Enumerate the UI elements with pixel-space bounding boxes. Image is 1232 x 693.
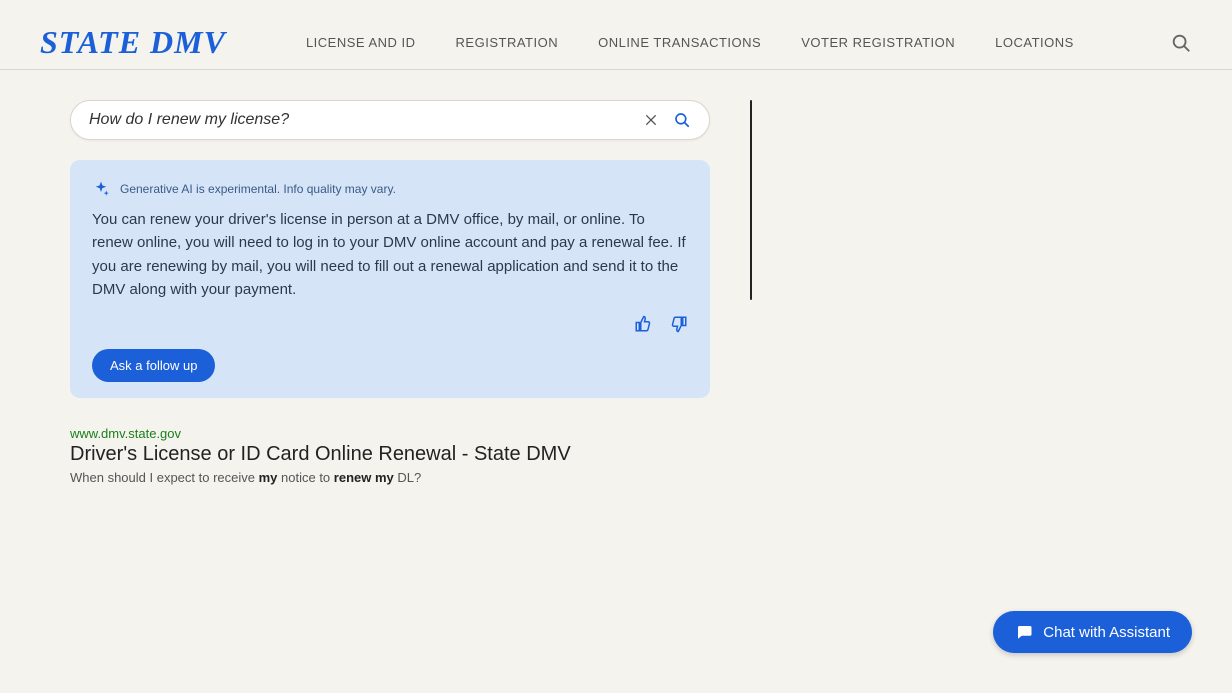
result-url[interactable]: www.dmv.state.gov (70, 426, 710, 441)
ai-answer-text: You can renew your driver's license in p… (92, 208, 688, 301)
search-input[interactable] (89, 111, 643, 129)
main-content: Generative AI is experimental. Info qual… (0, 70, 1232, 485)
nav-registration[interactable]: REGISTRATION (456, 35, 559, 50)
result-snippet: When should I expect to receive my notic… (70, 470, 710, 485)
nav-locations[interactable]: LOCATIONS (995, 35, 1074, 50)
chat-icon (1015, 623, 1033, 641)
ai-answer-card: Generative AI is experimental. Info qual… (70, 160, 710, 398)
site-header: STATE DMV LICENSE AND ID REGISTRATION ON… (0, 0, 1232, 70)
search-icon[interactable] (673, 111, 691, 129)
nav-license-and-id[interactable]: LICENSE AND ID (306, 35, 416, 50)
search-bar[interactable] (70, 100, 710, 140)
thumbs-up-icon[interactable] (634, 315, 652, 333)
search-result: www.dmv.state.gov Driver's License or ID… (70, 426, 710, 485)
chat-with-assistant-button[interactable]: Chat with Assistant (993, 611, 1192, 653)
ai-disclaimer: Generative AI is experimental. Info qual… (120, 182, 396, 196)
thumbs-down-icon[interactable] (670, 315, 688, 333)
result-title[interactable]: Driver's License or ID Card Online Renew… (70, 443, 710, 466)
chat-button-label: Chat with Assistant (1043, 624, 1170, 641)
scroll-indicator[interactable] (750, 100, 752, 300)
primary-nav: LICENSE AND ID REGISTRATION ONLINE TRANS… (306, 35, 1170, 50)
clear-icon[interactable] (643, 112, 659, 128)
ask-followup-button[interactable]: Ask a follow up (92, 349, 215, 382)
sparkle-icon (92, 180, 110, 198)
site-logo[interactable]: STATE DMV (40, 24, 226, 61)
nav-online-transactions[interactable]: ONLINE TRANSACTIONS (598, 35, 761, 50)
header-search-icon[interactable] (1170, 32, 1192, 54)
nav-voter-registration[interactable]: VOTER REGISTRATION (801, 35, 955, 50)
